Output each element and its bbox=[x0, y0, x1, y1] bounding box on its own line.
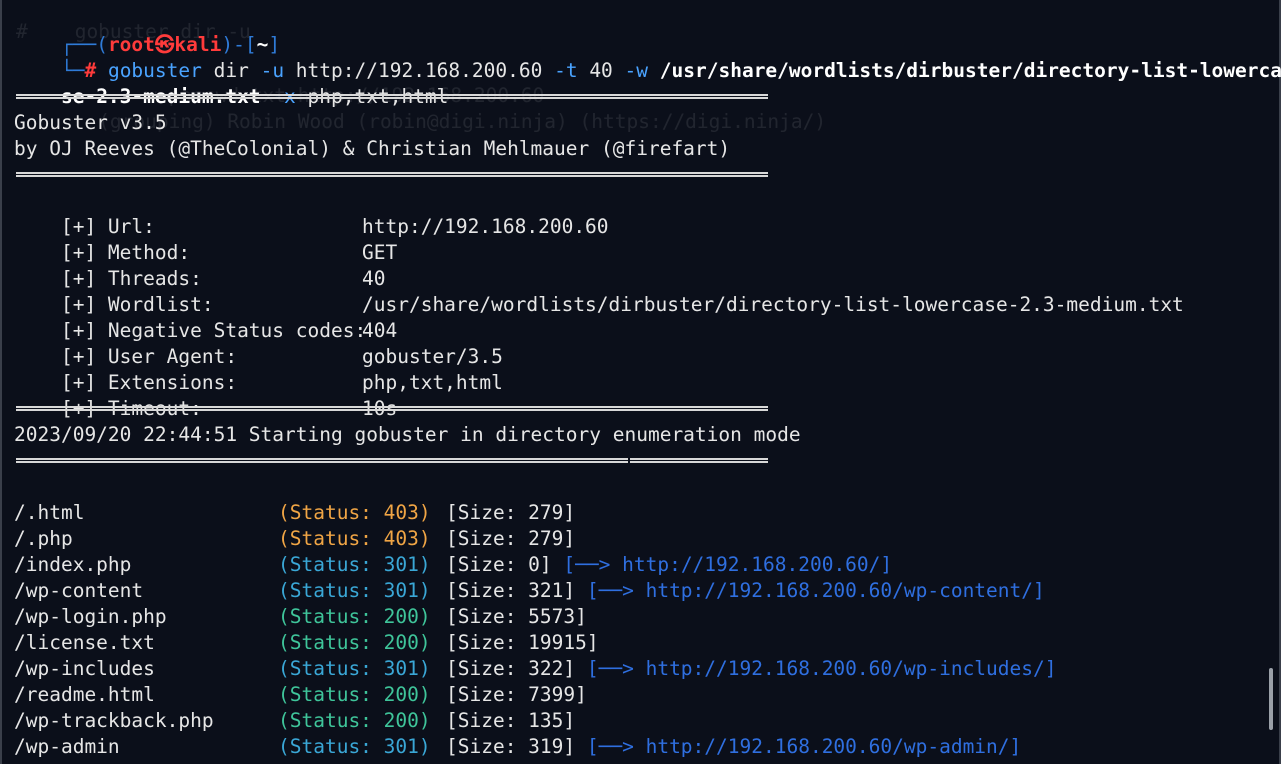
result-size: [Size: 7399] bbox=[446, 683, 587, 706]
result-row: /.html (Status: 403) [Size: 279] bbox=[14, 474, 575, 524]
result-status: (Status: 301) bbox=[278, 735, 431, 758]
result-path: /wp-admin bbox=[14, 735, 120, 758]
result-size: [Size: 319] [──> http://192.168.200.60/w… bbox=[446, 734, 1021, 760]
config-row: [+] Threads: 40 bbox=[14, 240, 386, 290]
result-status: (Status: 200) bbox=[278, 683, 431, 706]
separator-rule bbox=[16, 458, 768, 463]
result-status: (Status: 403) bbox=[278, 501, 431, 524]
command-line: └─# gobuster dir -u http://192.168.200.6… bbox=[14, 32, 1281, 82]
result-redirect-link[interactable]: [──> http://192.168.200.60/wp-content/] bbox=[587, 579, 1045, 602]
config-value: 40 bbox=[362, 267, 386, 290]
result-row: /wp-includes (Status: 301) [Size: 322] [──… bbox=[14, 630, 1057, 680]
result-status: (Status: 301) bbox=[278, 657, 431, 680]
result-size: [Size: 19915] bbox=[446, 631, 599, 654]
config-value: php,txt,html bbox=[362, 371, 503, 394]
separator-notch bbox=[628, 458, 630, 463]
result-redirect-link[interactable]: [──> http://192.168.200.60/wp-includes/] bbox=[587, 657, 1057, 680]
banner-credits: by OJ Reeves (@TheColonial) & Christian … bbox=[14, 137, 731, 160]
config-row: [+] Negative Status codes: 404 bbox=[14, 292, 397, 342]
result-status: (Status: 200) bbox=[278, 709, 431, 732]
result-size-value: [Size: 322] bbox=[446, 657, 576, 680]
start-message: 2023/09/20 22:44:51 Starting gobuster in… bbox=[14, 423, 801, 446]
config-value: http://192.168.200.60 bbox=[362, 215, 609, 238]
separator-rule bbox=[16, 94, 768, 99]
config-row: [+] Wordlist:/usr/share/wordlists/dirbus… bbox=[14, 266, 1184, 316]
result-size: [Size: 0] [──> http://192.168.200.60/] bbox=[446, 552, 892, 578]
result-row: /wp-content (Status: 301) [Size: 321] [──>… bbox=[14, 552, 1045, 602]
result-size: [Size: 321] [──> http://192.168.200.60/w… bbox=[446, 578, 1045, 604]
result-status: (Status: 200) bbox=[278, 605, 431, 628]
result-size-value: [Size: 0] bbox=[446, 553, 552, 576]
prompt-header: ┌──(root㉿kali)-[~] bbox=[14, 6, 280, 56]
config-row: [+] Url: http://192.168.200.60 bbox=[14, 188, 609, 238]
config-row: [+] Extensions: php,txt,html bbox=[14, 344, 503, 394]
command-threads-arg: 40 bbox=[577, 59, 625, 82]
result-row: /.php (Status: 403) [Size: 279] bbox=[14, 500, 575, 550]
result-size: [Size: 279] bbox=[446, 527, 576, 550]
result-size: [Size: 5573] bbox=[446, 605, 587, 628]
command-wordlist-arg: /usr/share/wordlists/dirbuster/directory… bbox=[648, 59, 1281, 82]
result-redirect-link[interactable]: [──> http://192.168.200.60/wp-admin/] bbox=[587, 735, 1021, 758]
result-row: /wp-login.php (Status: 200) [Size: 5573] bbox=[14, 578, 587, 628]
result-status: (Status: 200) bbox=[278, 631, 431, 654]
config-row: [+] User Agent: gobuster/3.5 bbox=[14, 318, 503, 368]
result-size: [Size: 279] bbox=[446, 501, 576, 524]
separator-rule bbox=[16, 172, 768, 177]
terminal-window[interactable]: # gobuster dir -u -w passwd.txt http://1… bbox=[0, 0, 1281, 764]
result-status: (Status: 403) bbox=[278, 527, 431, 550]
result-row: /wp-trackback.php (Status: 200) [Size: 135… bbox=[14, 682, 575, 732]
result-size: [Size: 322] [──> http://192.168.200.60/w… bbox=[446, 656, 1057, 682]
config-row: [+] Timeout: 10s bbox=[14, 370, 397, 420]
config-value: gobuster/3.5 bbox=[362, 345, 503, 368]
result-redirect-link[interactable]: [──> http://192.168.200.60/] bbox=[563, 553, 892, 576]
result-row: /readme.html (Status: 200) [Size: 7399] bbox=[14, 656, 587, 706]
scrollbar-thumb[interactable] bbox=[1269, 668, 1273, 730]
config-value: 404 bbox=[362, 319, 398, 342]
result-size-value: [Size: 319] bbox=[446, 735, 576, 758]
banner-title: Gobuster v3.5 bbox=[14, 111, 167, 134]
result-status: (Status: 301) bbox=[278, 553, 431, 576]
result-row: /index.php (Status: 301) [Size: 0] [──> ht… bbox=[14, 526, 892, 576]
command-flag-w: -w bbox=[624, 59, 649, 82]
config-value: GET bbox=[362, 241, 398, 264]
config-value: /usr/share/wordlists/dirbuster/directory… bbox=[362, 293, 1184, 316]
config-row: [+] Method: GET bbox=[14, 214, 397, 264]
separator-rule bbox=[16, 406, 768, 411]
command-flag-t: -t bbox=[554, 59, 578, 82]
command-line-wrap: se-2.3-medium.txt -x php,txt,html bbox=[14, 58, 448, 108]
result-status: (Status: 301) bbox=[278, 579, 431, 602]
result-row: /wp-admin (Status: 301) [Size: 319] [──> h… bbox=[14, 708, 1021, 758]
result-row: /license.txt (Status: 200) [Size: 19915] bbox=[14, 604, 599, 654]
result-size: [Size: 135] bbox=[446, 709, 576, 732]
result-size-value: [Size: 321] bbox=[446, 579, 576, 602]
